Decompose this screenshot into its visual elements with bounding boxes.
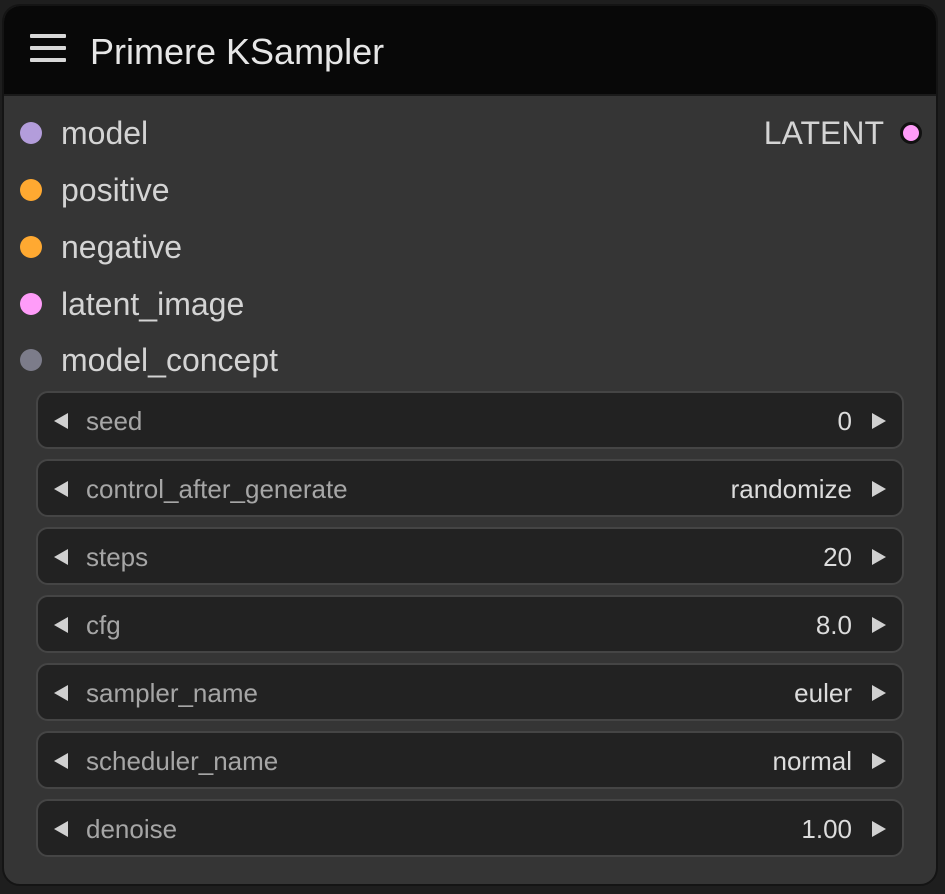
input-dot-icon[interactable] — [20, 122, 42, 144]
increment-arrow-icon[interactable] — [872, 617, 886, 633]
widget-label: cfg — [86, 610, 121, 640]
widget-cfg[interactable]: cfg 8.0 — [36, 595, 904, 653]
widget-value[interactable]: 0 — [838, 404, 852, 438]
decrement-arrow-icon[interactable] — [54, 617, 68, 633]
input-label: model_concept — [61, 341, 279, 378]
input-slot-model[interactable]: model — [20, 111, 148, 155]
ksampler-node[interactable]: Primere KSampler model positive negative… — [2, 4, 938, 886]
input-dot-icon[interactable] — [20, 349, 42, 371]
input-slot-positive[interactable]: positive — [20, 168, 170, 212]
increment-arrow-icon[interactable] — [872, 413, 886, 429]
output-dot-icon[interactable] — [900, 122, 922, 144]
decrement-arrow-icon[interactable] — [54, 821, 68, 837]
node-header[interactable]: Primere KSampler — [4, 6, 936, 96]
widget-scheduler-name[interactable]: scheduler_name normal — [36, 731, 904, 789]
increment-arrow-icon[interactable] — [872, 481, 886, 497]
widget-value[interactable]: euler — [794, 676, 852, 710]
input-dot-icon[interactable] — [20, 236, 42, 258]
input-dot-icon[interactable] — [20, 293, 42, 315]
input-label: positive — [61, 171, 170, 208]
widget-label: steps — [86, 542, 149, 572]
input-label: model — [61, 114, 149, 151]
increment-arrow-icon[interactable] — [872, 549, 886, 565]
output-label: LATENT — [763, 114, 884, 151]
input-label: negative — [61, 228, 182, 265]
decrement-arrow-icon[interactable] — [54, 753, 68, 769]
widget-value[interactable]: normal — [773, 744, 852, 778]
input-slot-negative[interactable]: negative — [20, 225, 182, 269]
decrement-arrow-icon[interactable] — [54, 685, 68, 701]
widget-value[interactable]: 20 — [823, 540, 852, 574]
input-slot-model-concept[interactable]: model_concept — [20, 338, 278, 382]
widget-sampler-name[interactable]: sampler_name euler — [36, 663, 904, 721]
widget-label: seed — [86, 406, 143, 436]
widget-label: control_after_generate — [86, 474, 348, 504]
widget-label: sampler_name — [86, 678, 258, 708]
widget-value[interactable]: 8.0 — [816, 608, 852, 642]
widget-label: denoise — [86, 814, 178, 844]
node-title: Primere KSampler — [90, 31, 385, 72]
widget-value[interactable]: 1.00 — [801, 812, 852, 846]
input-label: latent_image — [61, 285, 245, 322]
widget-denoise[interactable]: denoise 1.00 — [36, 799, 904, 857]
increment-arrow-icon[interactable] — [872, 685, 886, 701]
decrement-arrow-icon[interactable] — [54, 413, 68, 429]
decrement-arrow-icon[interactable] — [54, 481, 68, 497]
increment-arrow-icon[interactable] — [872, 753, 886, 769]
output-slot-latent[interactable]: LATENT — [764, 111, 922, 155]
widget-steps[interactable]: steps 20 — [36, 527, 904, 585]
menu-icon[interactable] — [30, 32, 66, 64]
widget-seed[interactable]: seed 0 — [36, 391, 904, 449]
input-slot-latent-image[interactable]: latent_image — [20, 282, 244, 326]
widget-label: scheduler_name — [86, 746, 279, 776]
decrement-arrow-icon[interactable] — [54, 549, 68, 565]
input-dot-icon[interactable] — [20, 179, 42, 201]
increment-arrow-icon[interactable] — [872, 821, 886, 837]
widget-value[interactable]: randomize — [731, 472, 852, 506]
widget-control-after-generate[interactable]: control_after_generate randomize — [36, 459, 904, 517]
